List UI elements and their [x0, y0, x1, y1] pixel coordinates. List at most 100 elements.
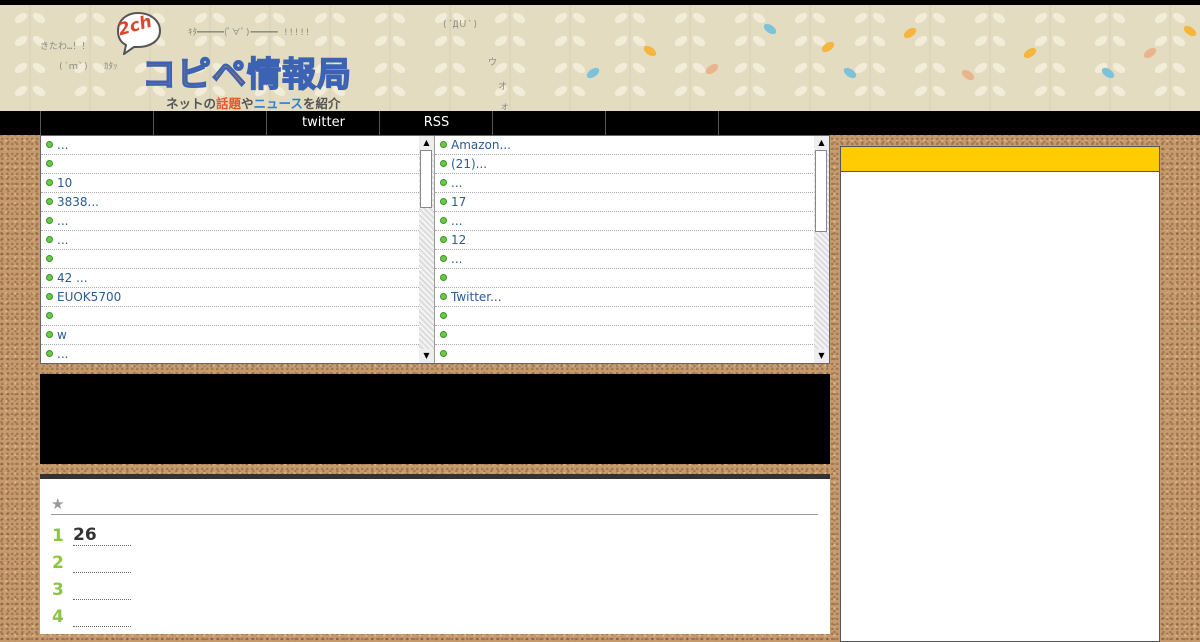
logo-title: コピペ情報局 [141, 54, 352, 96]
nav-item[interactable] [492, 111, 606, 135]
link-text[interactable]: ... [57, 214, 68, 228]
rank-number: 4 [52, 607, 64, 627]
bullet-icon [440, 350, 447, 357]
list-item[interactable] [41, 155, 419, 174]
ascii-art: ｷﾀ━━━━━(ﾟ∀ﾟ)━━━━━ !!!!! [188, 28, 311, 38]
link-text[interactable]: ... [451, 214, 462, 228]
link-text[interactable]: 10 [57, 176, 72, 190]
bullet-icon [440, 312, 447, 319]
rank-title[interactable] [73, 579, 131, 600]
link-text[interactable]: ... [57, 233, 68, 247]
scroll-up-arrow-icon[interactable]: ▲ [419, 136, 434, 150]
list-item[interactable]: ... [41, 345, 419, 363]
rank-number: 3 [52, 580, 64, 600]
ascii-art: ォ [500, 102, 510, 111]
ascii-art: (´ｍ`) [58, 62, 89, 72]
nav-item[interactable] [718, 111, 832, 135]
list-item[interactable]: 10 [41, 174, 419, 193]
list-item[interactable]: 12 [435, 231, 813, 250]
ad-banner[interactable] [40, 374, 830, 464]
list-item[interactable]: ... [435, 174, 813, 193]
scroll-thumb[interactable] [815, 150, 827, 232]
list-item[interactable]: EUOK5700 [41, 288, 419, 307]
bullet-icon [440, 236, 447, 243]
ascii-art: ウ [488, 58, 498, 68]
ranking-widget: ★ 1 26 2 3 4 [40, 474, 830, 634]
bullet-icon [46, 236, 53, 243]
link-text[interactable]: 12 [451, 233, 466, 247]
bullet-icon [46, 331, 53, 338]
link-text[interactable]: 3838... [57, 195, 99, 209]
list-item[interactable] [435, 345, 813, 363]
bullet-icon [46, 141, 53, 148]
ascii-art: きたわ…！！ [40, 42, 91, 52]
list-item[interactable] [435, 307, 813, 326]
scroll-down-arrow-icon[interactable]: ▼ [419, 349, 434, 363]
site-logo[interactable]: ｷﾀ━━━━━(ﾟ∀ﾟ)━━━━━ !!!!! きたわ…！！ (´ｍ`) ｶﾀｯ… [40, 9, 560, 111]
rank-title[interactable]: 26 [73, 525, 131, 546]
bullet-icon [440, 274, 447, 281]
link-text[interactable]: ... [57, 138, 68, 152]
bullet-icon [440, 293, 447, 300]
rank-title[interactable] [73, 552, 131, 573]
sidebar-content [840, 172, 1160, 642]
left-scrollbar[interactable]: ▲ ▼ [419, 136, 434, 363]
scroll-thumb[interactable] [420, 150, 432, 208]
bullet-icon [440, 255, 447, 262]
link-text[interactable]: ... [451, 176, 462, 190]
link-text[interactable]: 42 ... [57, 271, 88, 285]
ascii-art: ｶﾀｯ [104, 62, 118, 72]
list-item[interactable]: 17 [435, 193, 813, 212]
link-text[interactable]: ... [451, 252, 462, 266]
nav-item-twitter[interactable]: twitter [266, 111, 380, 135]
link-text[interactable]: Amazon... [451, 138, 511, 152]
list-item[interactable] [435, 269, 813, 288]
list-item[interactable] [435, 326, 813, 345]
link-column-left: ... 10 3838... ... ... 42 ... EUOK5700 w… [41, 136, 419, 363]
list-item[interactable]: 42 ... [41, 269, 419, 288]
ascii-art: オ [498, 82, 508, 92]
list-item[interactable]: 3838... [41, 193, 419, 212]
ranking-header: ★ [51, 494, 818, 515]
bullet-icon [440, 160, 447, 167]
ascii-art: (´ДＵ`) [442, 20, 479, 30]
list-item[interactable] [41, 250, 419, 269]
list-item[interactable]: (21)... [435, 155, 813, 174]
list-item[interactable]: w [41, 326, 419, 345]
nav-item-rss[interactable]: RSS [379, 111, 493, 135]
bullet-icon [440, 141, 447, 148]
right-scrollbar[interactable]: ▲ ▼ [814, 136, 829, 363]
link-text[interactable]: Twitter... [451, 290, 502, 304]
list-item[interactable] [41, 307, 419, 326]
list-item[interactable]: ... [41, 136, 419, 155]
list-item[interactable]: ... [435, 212, 813, 231]
link-text[interactable]: ... [57, 347, 68, 361]
star-icon: ★ [51, 495, 65, 513]
list-item[interactable]: ... [435, 250, 813, 269]
nav-item[interactable] [153, 111, 267, 135]
scroll-up-arrow-icon[interactable]: ▲ [814, 136, 829, 150]
nav-item[interactable] [605, 111, 719, 135]
rank-number: 2 [52, 553, 64, 573]
rank-title[interactable] [73, 606, 131, 627]
bullet-icon [46, 350, 53, 357]
scroll-down-arrow-icon[interactable]: ▼ [814, 349, 829, 363]
bullet-icon [46, 312, 53, 319]
bullet-icon [440, 331, 447, 338]
list-item[interactable]: ... [41, 212, 419, 231]
rank-number: 1 [52, 526, 64, 546]
bullet-icon [440, 217, 447, 224]
link-text[interactable]: (21)... [451, 157, 487, 171]
bullet-icon [46, 293, 53, 300]
list-item[interactable]: Amazon... [435, 136, 813, 155]
link-column-right: Amazon... (21)... ... 17 ... 12 ... Twit… [435, 136, 813, 363]
link-text[interactable]: EUOK5700 [57, 290, 121, 304]
bullet-icon [46, 179, 53, 186]
link-text[interactable]: 17 [451, 195, 466, 209]
list-item[interactable]: Twitter... [435, 288, 813, 307]
link-text[interactable]: w [57, 328, 67, 342]
nav-item[interactable] [40, 111, 154, 135]
bullet-icon [46, 198, 53, 205]
list-item[interactable]: ... [41, 231, 419, 250]
bullet-icon [46, 255, 53, 262]
